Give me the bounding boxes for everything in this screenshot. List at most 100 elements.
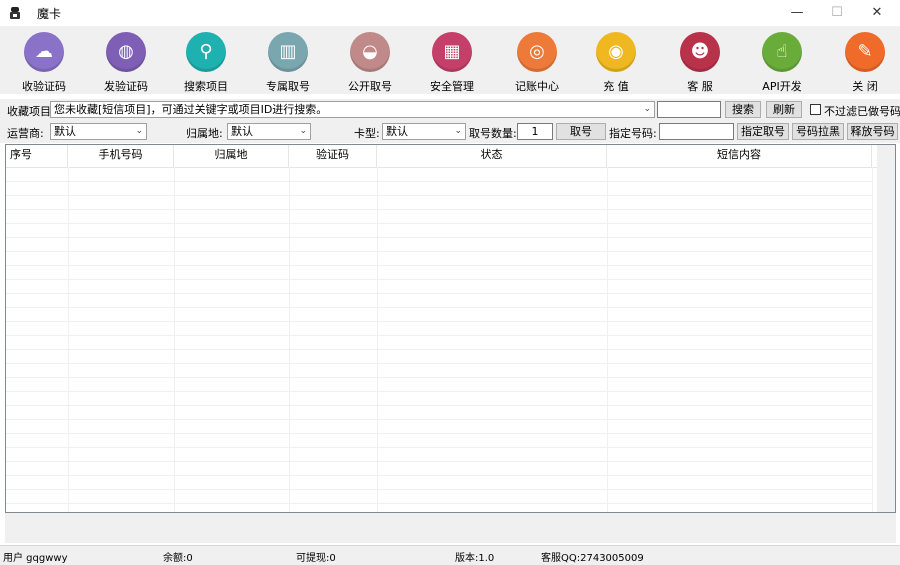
toolbar-icon-bg: ☻ — [680, 32, 720, 72]
toolbar-button-5[interactable]: ◒ 公开取号 — [330, 30, 410, 93]
chevron-down-icon: ⌄ — [135, 126, 143, 136]
toolbar-button-label: 搜索项目 — [184, 80, 228, 93]
refresh-button[interactable]: 刷新 — [766, 101, 802, 118]
sms-table[interactable]: 序号 手机号码 归属地 验证码 状态 短信内容 — [5, 144, 896, 513]
grid-row-line — [6, 321, 872, 322]
carrier-select-value: 默认 — [54, 125, 76, 138]
filter-row: 运营商: 默认 ⌄ 归属地: 默认 ⌄ 卡型: 默认 ⌄ 取号数量: 1 取号 … — [0, 121, 900, 143]
window-title: 魔卡 — [37, 7, 62, 21]
grid-row-line — [6, 349, 872, 350]
toolbar-button-3[interactable]: ⚲ 搜索项目 — [166, 30, 246, 93]
grid-column-line — [607, 167, 608, 512]
search-icon: ⚲ — [199, 41, 213, 62]
status-support-qq: 客服QQ:2743005009 — [541, 553, 644, 564]
grid-row-line — [6, 237, 872, 238]
toolbar-button-label: 安全管理 — [430, 80, 474, 93]
grid-row-line — [6, 293, 872, 294]
toolbar-button-4[interactable]: ▥ 专属取号 — [248, 30, 328, 93]
grid-row-line — [6, 489, 872, 490]
grid-column-line — [872, 167, 873, 512]
toolbar-button-label: 充 值 — [603, 80, 629, 93]
region-select[interactable]: 默认 ⌄ — [227, 123, 311, 140]
toolbar-icon-bg: ◉ — [596, 32, 636, 72]
people-icon: ☻ — [690, 41, 710, 62]
toolbar-icon-bg: ▥ — [268, 32, 308, 72]
status-balance: 余额:0 — [163, 553, 193, 564]
toolbar-button-label: 专属取号 — [266, 80, 310, 93]
vertical-scrollbar[interactable] — [877, 145, 895, 512]
cardtype-select-value: 默认 — [386, 125, 408, 138]
project-search-input[interactable] — [657, 101, 721, 118]
toolbar-button-8[interactable]: ◉ 充 值 — [576, 30, 656, 93]
count-label: 取号数量: — [469, 127, 517, 140]
toolbar-icon-bg: ◒ — [350, 32, 390, 72]
grid-row-line — [6, 447, 872, 448]
maximize-button[interactable]: ☐ — [817, 0, 857, 26]
search-button[interactable]: 搜索 — [725, 101, 761, 118]
project-select[interactable]: 您未收藏[短信项目]，可通过关键字或项目ID进行搜索。 ⌄ — [50, 101, 655, 118]
app-icon — [10, 7, 20, 19]
grid-row-line — [6, 461, 872, 462]
carrier-select[interactable]: 默认 ⌄ — [50, 123, 147, 140]
toolbar-button-11[interactable]: ✎ 关 闭 — [825, 30, 900, 93]
grid-row-line — [6, 195, 872, 196]
toolbar-button-label: 发验证码 — [104, 80, 148, 93]
close-button[interactable]: ✕ — [857, 0, 897, 26]
title-bar: 魔卡 — ☐ ✕ — [0, 0, 900, 26]
status-user: 用户 gqgwwy — [3, 553, 68, 564]
inbox-icon: ☁ — [35, 41, 53, 62]
fetch-number-button[interactable]: 取号 — [556, 123, 606, 140]
globe-icon: ◍ — [118, 41, 134, 62]
toolbar-button-6[interactable]: ▦ 安全管理 — [412, 30, 492, 93]
assign-fetch-button[interactable]: 指定取号 — [737, 123, 789, 140]
status-bar: 用户 gqgwwy 余额:0 可提现:0 版本:1.0 客服QQ:2743005… — [0, 545, 900, 565]
toolbar-icon-bg: ◎ — [517, 32, 557, 72]
grid-column-line — [68, 167, 69, 512]
grid-column-line — [174, 167, 175, 512]
chevron-down-icon: ⌄ — [454, 126, 462, 136]
toolbar-button-7[interactable]: ◎ 记账中心 — [497, 30, 577, 93]
carrier-label: 运营商: — [7, 127, 44, 140]
release-button[interactable]: 释放号码 — [847, 123, 898, 140]
column-region[interactable]: 归属地 — [174, 145, 289, 167]
toolbar-button-label: 客 服 — [687, 80, 713, 93]
chevron-down-icon: ⌄ — [643, 104, 651, 114]
column-content[interactable]: 短信内容 — [607, 145, 872, 167]
count-input[interactable]: 1 — [517, 123, 553, 140]
grid-row-line — [6, 363, 872, 364]
toolbar-button-label: API开发 — [762, 80, 802, 93]
project-select-value: 您未收藏[短信项目]，可通过关键字或项目ID进行搜索。 — [54, 103, 328, 116]
toolbar-button-2[interactable]: ◍ 发验证码 — [86, 30, 166, 93]
toolbar-icon-bg: ⚲ — [186, 32, 226, 72]
column-code[interactable]: 验证码 — [289, 145, 377, 167]
toolbar-icon-bg: ☝ — [762, 32, 802, 72]
toolbar-icon-bg: ▦ — [432, 32, 472, 72]
close-tool-icon: ✎ — [857, 41, 873, 62]
grid-row-line — [6, 209, 872, 210]
toolbar-button-1[interactable]: ☁ 收验证码 — [4, 30, 84, 93]
no-filter-checkbox[interactable] — [810, 104, 821, 115]
minimize-button[interactable]: — — [777, 0, 817, 26]
grid-row-line — [6, 377, 872, 378]
column-phone[interactable]: 手机号码 — [68, 145, 174, 167]
coin-icon: ◉ — [608, 41, 624, 62]
column-index[interactable]: 序号 — [6, 145, 68, 167]
no-filter-label: 不过滤已做号码 — [824, 105, 900, 118]
blacklist-button[interactable]: 号码拉黑 — [792, 123, 844, 140]
region-label: 归属地: — [186, 127, 223, 140]
region-select-value: 默认 — [231, 125, 253, 138]
project-label: 收藏项目 — [7, 105, 51, 118]
column-status[interactable]: 状态 — [377, 145, 607, 167]
horizontal-scrollbar[interactable] — [5, 513, 896, 543]
grid-row-line — [6, 265, 872, 266]
grid-row-line — [6, 279, 872, 280]
toolbar-button-9[interactable]: ☻ 客 服 — [660, 30, 740, 93]
grid-row-line — [6, 307, 872, 308]
assign-number-input[interactable] — [659, 123, 734, 140]
toolbar-button-label: 公开取号 — [348, 80, 392, 93]
cardtype-select[interactable]: 默认 ⌄ — [382, 123, 466, 140]
grid-row-line — [6, 251, 872, 252]
toolbar-icon-bg: ✎ — [845, 32, 885, 72]
cardtype-label: 卡型: — [354, 127, 380, 140]
toolbar-button-10[interactable]: ☝ API开发 — [742, 30, 822, 93]
